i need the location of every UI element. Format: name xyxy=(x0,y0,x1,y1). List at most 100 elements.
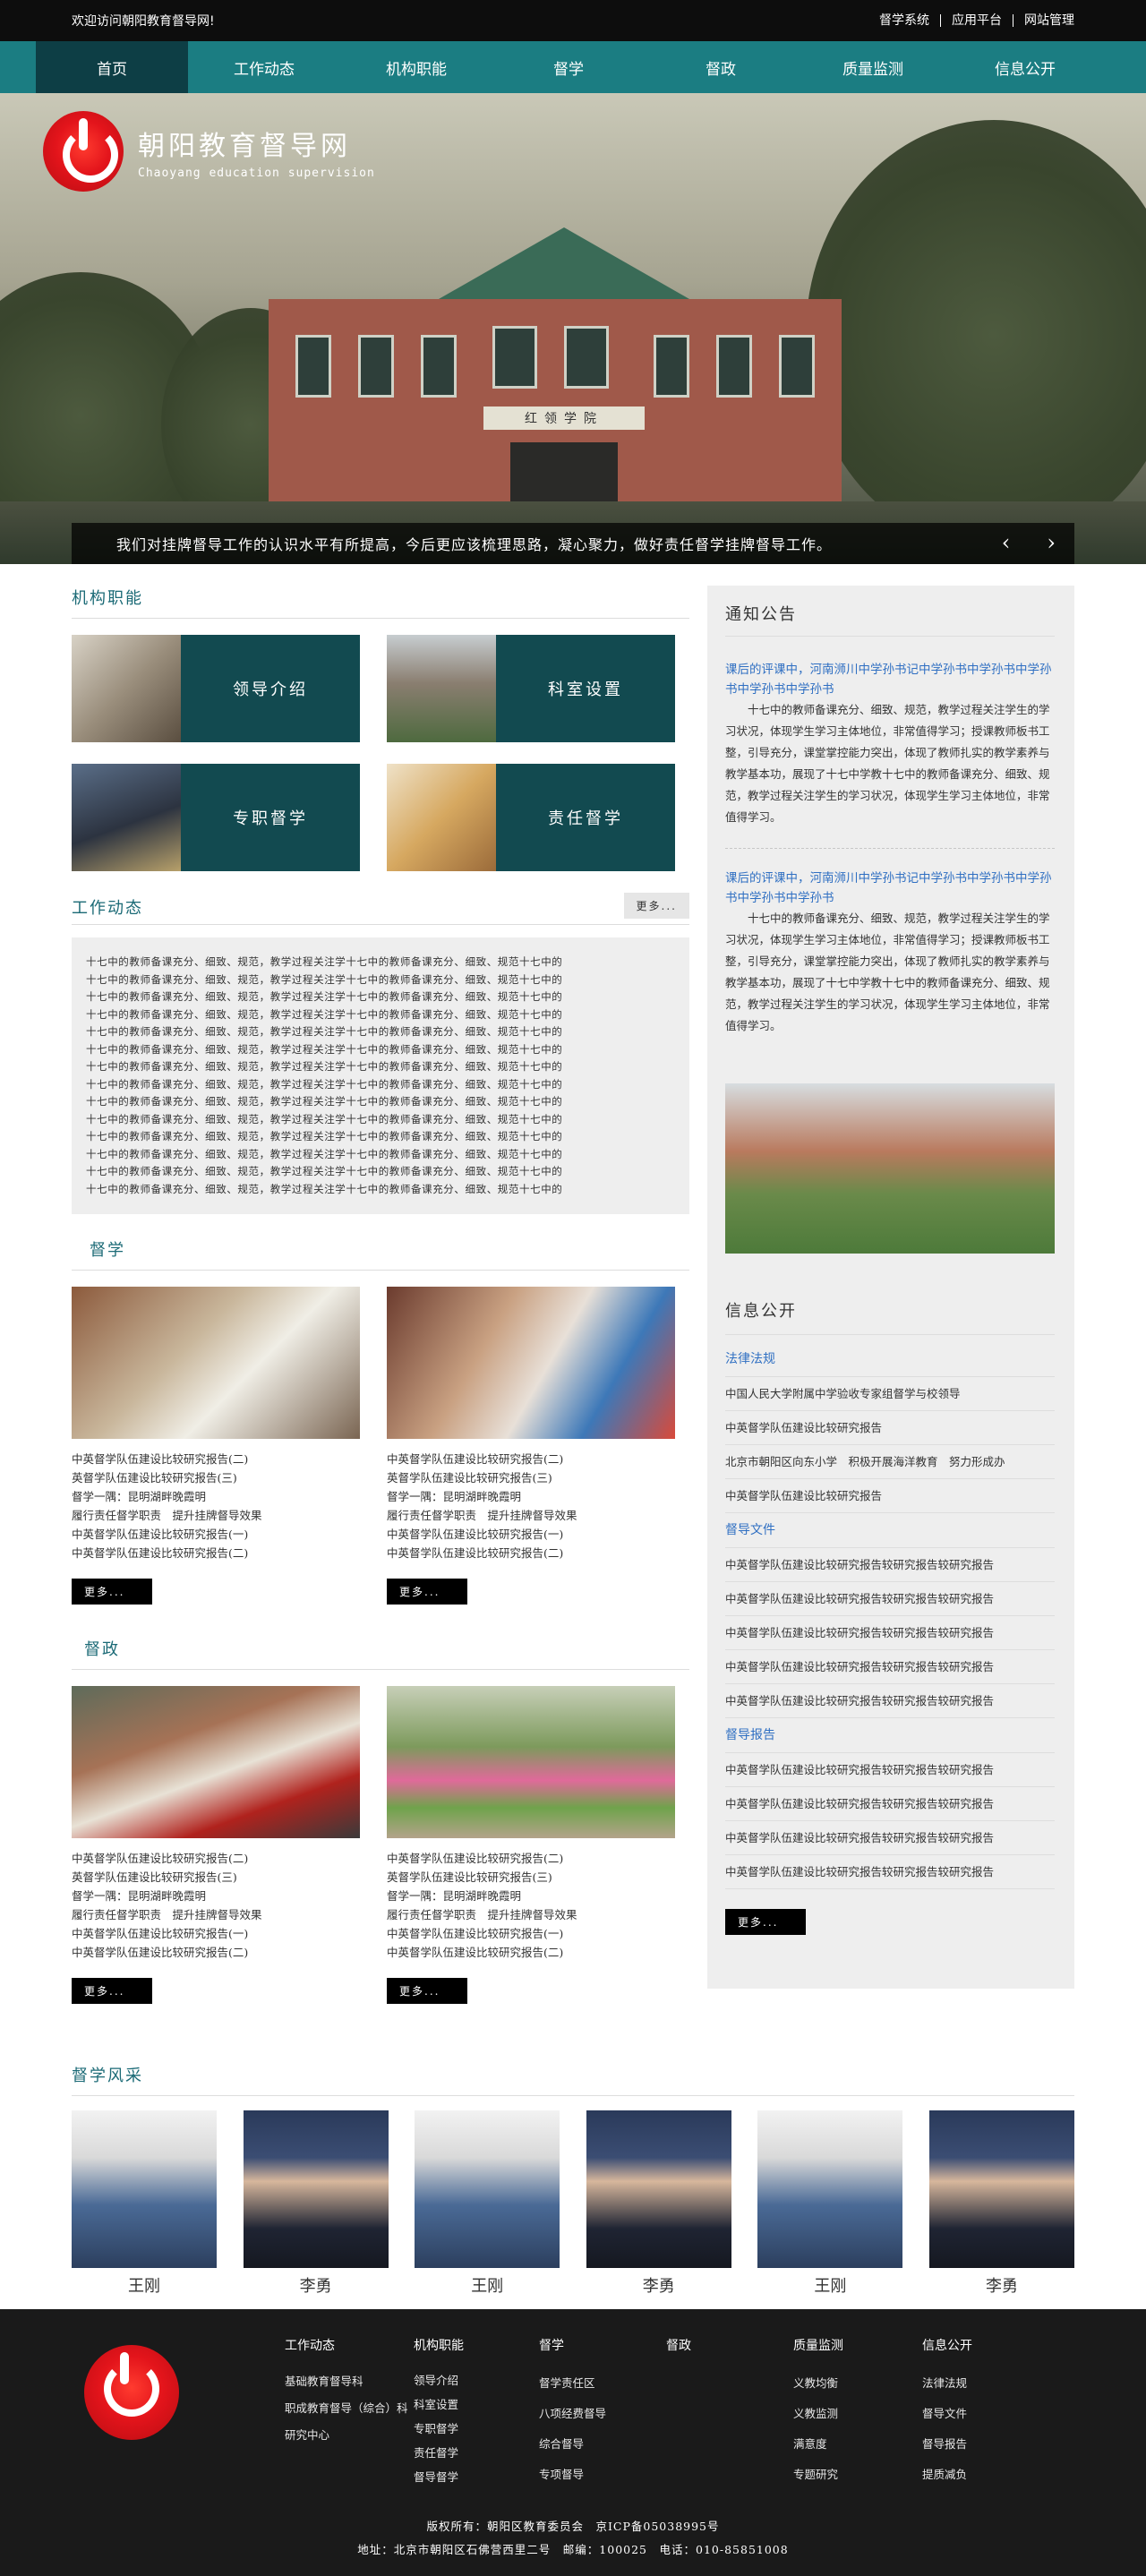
info-more-button[interactable]: 更多... xyxy=(725,1909,806,1935)
list-item[interactable]: 履行责任督学职责 提升挂牌督导效果 xyxy=(72,1905,360,1924)
top-link-supervision-system[interactable]: 督学系统 xyxy=(868,14,941,27)
list-item[interactable]: 中英督学队伍建设比较研究报告(二) xyxy=(72,1943,360,1962)
list-item[interactable]: 督学一隅：昆明湖畔晚霞明 xyxy=(387,1887,675,1905)
list-item[interactable]: 英督学队伍建设比较研究报告(三) xyxy=(72,1868,360,1887)
notice-headline[interactable]: 课后的评课中，河南浉川中学孙书记中学孙书中学孙书中学孙书中学孙书中学孙书 xyxy=(725,660,1055,699)
info-sub-reports[interactable]: 督导报告 xyxy=(725,1718,1055,1753)
news-more-button[interactable]: 更多... xyxy=(623,893,689,919)
list-item[interactable]: 督学一隅：昆明湖畔晚霞明 xyxy=(72,1487,360,1506)
footer-link[interactable]: 基础教育督导科 xyxy=(285,2368,414,2395)
nav-quality-monitoring[interactable]: 质量监测 xyxy=(797,41,949,93)
news-line[interactable]: 十七中的教师备课充分、细致、规范，教学过程关注学十七中的教师备课充分、细致、规范… xyxy=(86,1111,675,1129)
nav-work-news[interactable]: 工作动态 xyxy=(188,41,340,93)
banner-prev-icon[interactable]: ‹ xyxy=(1002,532,1012,553)
footer-link[interactable]: 法律法规 xyxy=(922,2368,1021,2399)
news-line[interactable]: 十七中的教师备课充分、细致、规范，教学过程关注学十七中的教师备课充分、细致、规范… xyxy=(86,954,675,971)
news-line[interactable]: 十七中的教师备课充分、细致、规范，教学过程关注学十七中的教师备课充分、细致、规范… xyxy=(86,1041,675,1059)
person-card[interactable]: 李勇 xyxy=(243,2110,389,2297)
info-sub-laws[interactable]: 法律法规 xyxy=(725,1342,1055,1377)
footer-col-heading[interactable]: 督政 xyxy=(666,2336,793,2354)
footer-link[interactable]: 督导文件 xyxy=(922,2399,1021,2429)
info-row[interactable]: 北京市朝阳区向东小学 积极开展海洋教育 努力形成办 xyxy=(725,1445,1055,1479)
info-row[interactable]: 中英督学队伍建设比较研究报告较研究报告较研究报告 xyxy=(725,1684,1055,1718)
news-line[interactable]: 十七中的教师备课充分、细致、规范，教学过程关注学十七中的教师备课充分、细致、规范… xyxy=(86,1163,675,1181)
list-item[interactable]: 履行责任督学职责 提升挂牌督导效果 xyxy=(387,1506,675,1525)
list-item[interactable]: 中英督学队伍建设比较研究报告(一) xyxy=(72,1525,360,1544)
list-item[interactable]: 英督学队伍建设比较研究报告(三) xyxy=(387,1868,675,1887)
org-tile-departments[interactable]: 科室设置 xyxy=(387,635,675,742)
footer-link[interactable]: 专题研究 xyxy=(793,2460,922,2490)
news-line[interactable]: 十七中的教师备课充分、细致、规范，教学过程关注学十七中的教师备课充分、细致、规范… xyxy=(86,1146,675,1164)
footer-col-heading[interactable]: 工作动态 xyxy=(285,2336,414,2354)
info-row[interactable]: 中英督学队伍建设比较研究报告较研究报告较研究报告 xyxy=(725,1821,1055,1855)
list-item[interactable]: 英督学队伍建设比较研究报告(三) xyxy=(387,1468,675,1487)
site-logo[interactable]: 朝阳教育督导网 Chaoyang education supervision xyxy=(43,111,375,192)
nav-org-functions[interactable]: 机构职能 xyxy=(340,41,492,93)
list-item[interactable]: 中英督学队伍建设比较研究报告(二) xyxy=(387,1849,675,1868)
footer-link[interactable]: 满意度 xyxy=(793,2429,922,2460)
footer-link[interactable]: 研究中心 xyxy=(285,2422,414,2449)
classroom-photo[interactable] xyxy=(72,1287,360,1439)
info-row[interactable]: 中英督学队伍建设比较研究报告较研究报告较研究报告 xyxy=(725,1548,1055,1582)
duzheng-more-button[interactable]: 更多... xyxy=(72,1978,152,2004)
footer-link[interactable]: 八项经费督导 xyxy=(539,2399,666,2429)
footer-link[interactable]: 专职督学 xyxy=(414,2417,539,2441)
news-line[interactable]: 十七中的教师备课充分、细致、规范，教学过程关注学十七中的教师备课充分、细致、规范… xyxy=(86,1128,675,1146)
footer-link[interactable]: 领导介绍 xyxy=(414,2368,539,2392)
footer-link[interactable]: 督学责任区 xyxy=(539,2368,666,2399)
news-line[interactable]: 十七中的教师备课充分、细致、规范，教学过程关注学十七中的教师备课充分、细致、规范… xyxy=(86,1023,675,1041)
list-item[interactable]: 履行责任督学职责 提升挂牌督导效果 xyxy=(72,1506,360,1525)
footer-link[interactable]: 提质减负 xyxy=(922,2460,1021,2490)
footer-link[interactable]: 义教均衡 xyxy=(793,2368,922,2399)
footer-col-heading[interactable]: 督学 xyxy=(539,2336,666,2354)
list-item[interactable]: 中英督学队伍建设比较研究报告(一) xyxy=(387,1525,675,1544)
news-line[interactable]: 十七中的教师备课充分、细致、规范，教学过程关注学十七中的教师备课充分、细致、规范… xyxy=(86,988,675,1006)
footer-link[interactable]: 职成教育督导（综合）科 xyxy=(285,2395,414,2422)
news-line[interactable]: 十七中的教师备课充分、细致、规范，教学过程关注学十七中的教师备课充分、细致、规范… xyxy=(86,1006,675,1024)
news-line[interactable]: 十七中的教师备课充分、细致、规范，教学过程关注学十七中的教师备课充分、细致、规范… xyxy=(86,971,675,989)
nav-duzheng[interactable]: 督政 xyxy=(645,41,797,93)
info-row[interactable]: 中英督学队伍建设比较研究报告较研究报告较研究报告 xyxy=(725,1616,1055,1650)
info-row[interactable]: 中国人民大学附属中学验收专家组督学与校领导 xyxy=(725,1377,1055,1411)
list-item[interactable]: 中英督学队伍建设比较研究报告(二) xyxy=(72,1450,360,1468)
footer-link[interactable]: 督导督学 xyxy=(414,2465,539,2489)
list-item[interactable]: 中英督学队伍建设比较研究报告(一) xyxy=(72,1924,360,1943)
footer-link[interactable]: 专项督导 xyxy=(539,2460,666,2490)
duzheng-more-button[interactable]: 更多... xyxy=(387,1978,467,2004)
news-line[interactable]: 十七中的教师备课充分、细致、规范，教学过程关注学十七中的教师备课充分、细致、规范… xyxy=(86,1181,675,1199)
list-item[interactable]: 督学一隅：昆明湖畔晚霞明 xyxy=(387,1487,675,1506)
top-link-app-platform[interactable]: 应用平台 xyxy=(941,14,1013,27)
list-item[interactable]: 中英督学队伍建设比较研究报告(二) xyxy=(72,1849,360,1868)
list-item[interactable]: 英督学队伍建设比较研究报告(三) xyxy=(72,1468,360,1487)
list-item[interactable]: 中英督学队伍建设比较研究报告(二) xyxy=(387,1450,675,1468)
news-line[interactable]: 十七中的教师备课充分、细致、规范，教学过程关注学十七中的教师备课充分、细致、规范… xyxy=(86,1076,675,1094)
students-drawing-photo[interactable] xyxy=(387,1287,675,1439)
news-line[interactable]: 十七中的教师备课充分、细致、规范，教学过程关注学十七中的教师备课充分、细致、规范… xyxy=(86,1058,675,1076)
footer-link[interactable]: 义教监测 xyxy=(793,2399,922,2429)
footer-link[interactable]: 督导报告 xyxy=(922,2429,1021,2460)
person-card[interactable]: 李勇 xyxy=(586,2110,731,2297)
person-card[interactable]: 李勇 xyxy=(928,2110,1074,2297)
list-item[interactable]: 中英督学队伍建设比较研究报告(二) xyxy=(387,1943,675,1962)
info-row[interactable]: 中英督学队伍建设比较研究报告 xyxy=(725,1479,1055,1513)
footer-link[interactable]: 科室设置 xyxy=(414,2392,539,2417)
info-sub-documents[interactable]: 督导文件 xyxy=(725,1513,1055,1548)
list-item[interactable]: 督学一隅：昆明湖畔晚霞明 xyxy=(72,1887,360,1905)
footer-link[interactable]: 综合督导 xyxy=(539,2429,666,2460)
list-item[interactable]: 履行责任督学职责 提升挂牌督导效果 xyxy=(387,1905,675,1924)
nav-duxue[interactable]: 督学 xyxy=(492,41,645,93)
list-item[interactable]: 中英督学队伍建设比较研究报告(一) xyxy=(387,1924,675,1943)
info-row[interactable]: 中英督学队伍建设比较研究报告 xyxy=(725,1411,1055,1445)
info-row[interactable]: 中英督学队伍建设比较研究报告较研究报告较研究报告 xyxy=(725,1787,1055,1821)
person-card[interactable]: 王刚 xyxy=(415,2110,560,2297)
footer-col-heading[interactable]: 信息公开 xyxy=(922,2336,1021,2354)
org-tile-leaders[interactable]: 领导介绍 xyxy=(72,635,360,742)
info-row[interactable]: 中英督学队伍建设比较研究报告较研究报告较研究报告 xyxy=(725,1650,1055,1684)
meeting-photo[interactable] xyxy=(72,1686,360,1838)
footer-col-heading[interactable]: 机构职能 xyxy=(414,2336,539,2354)
banner-next-icon[interactable]: › xyxy=(1047,532,1056,553)
list-item[interactable]: 中英督学队伍建设比较研究报告(二) xyxy=(72,1544,360,1562)
info-row[interactable]: 中英督学队伍建设比较研究报告较研究报告较研究报告 xyxy=(725,1582,1055,1616)
footer-col-heading[interactable]: 质量监测 xyxy=(793,2336,922,2354)
info-row[interactable]: 中英督学队伍建设比较研究报告较研究报告较研究报告 xyxy=(725,1753,1055,1787)
